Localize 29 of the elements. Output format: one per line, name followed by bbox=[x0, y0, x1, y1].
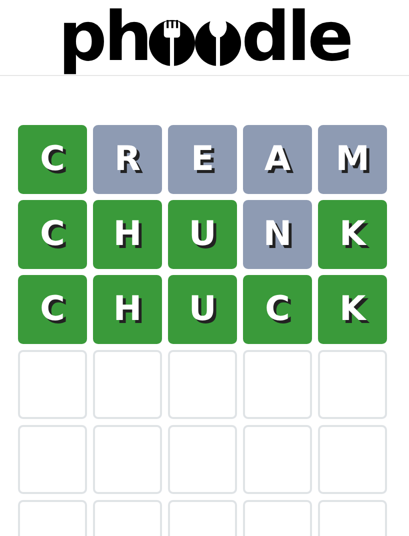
empty-tile bbox=[168, 425, 237, 494]
letter-tile: U bbox=[168, 275, 237, 344]
letter-tile: R bbox=[93, 125, 162, 194]
fork-icon bbox=[149, 20, 196, 66]
empty-tile bbox=[168, 350, 237, 419]
empty-tile bbox=[93, 350, 162, 419]
letter-tile: C bbox=[243, 275, 312, 344]
letter-tile: H bbox=[93, 200, 162, 269]
logo-text: ph bbox=[58, 4, 150, 72]
letter-tile: H bbox=[93, 275, 162, 344]
letter-tile: M bbox=[318, 125, 387, 194]
letter-tile: C bbox=[18, 200, 87, 269]
empty-tile bbox=[93, 425, 162, 494]
letter-tile: E bbox=[168, 125, 237, 194]
empty-tile bbox=[18, 425, 87, 494]
letter-tile: C bbox=[18, 275, 87, 344]
logo-text: dle bbox=[241, 4, 351, 72]
letter-tile: U bbox=[168, 200, 237, 269]
empty-tile bbox=[243, 350, 312, 419]
spoon-icon bbox=[195, 20, 242, 66]
letter-tile: K bbox=[318, 275, 387, 344]
letter-tile: N bbox=[243, 200, 312, 269]
letter-tile: A bbox=[243, 125, 312, 194]
empty-tile bbox=[243, 425, 312, 494]
empty-tile bbox=[318, 425, 387, 494]
letter-tile: K bbox=[318, 200, 387, 269]
letter-tile: C bbox=[18, 125, 87, 194]
empty-tile bbox=[318, 350, 387, 419]
empty-tile bbox=[18, 350, 87, 419]
